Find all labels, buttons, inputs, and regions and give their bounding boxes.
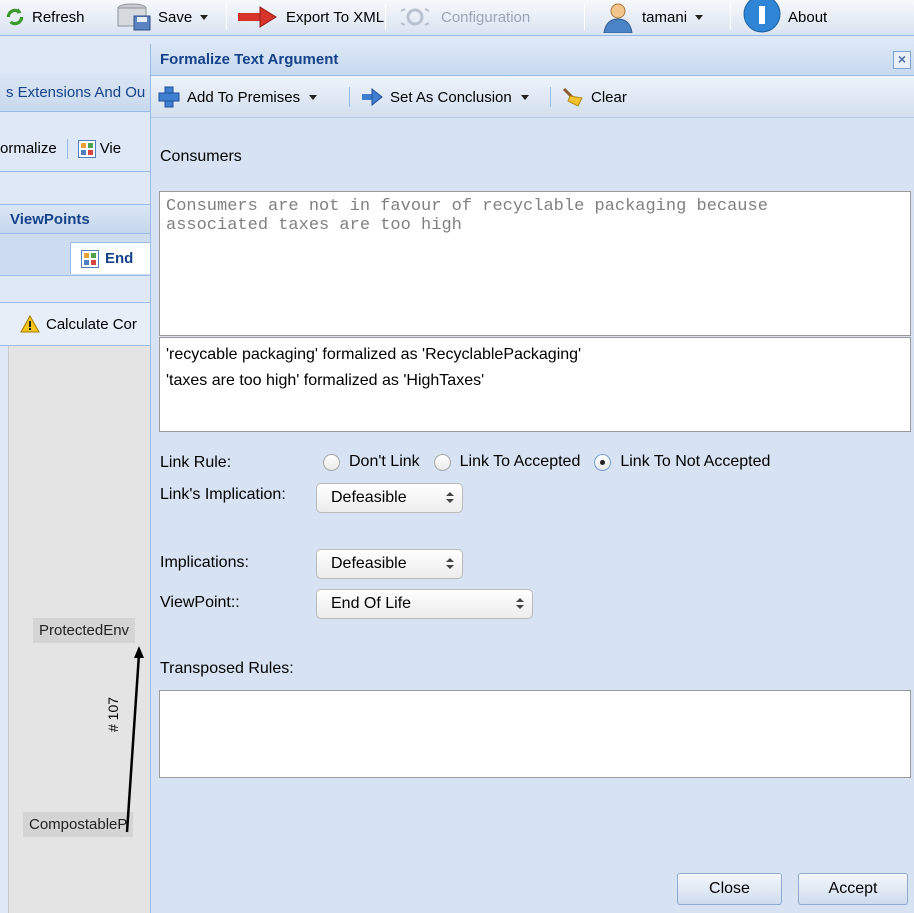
viewpoints-panel-title: ViewPoints <box>0 204 150 234</box>
link-rule-radio-group: Don't Link Link To Accepted Link To Not … <box>323 448 784 476</box>
viewpoint-select[interactable]: End Of Life <box>316 589 533 619</box>
view-button[interactable]: Vie <box>100 140 121 157</box>
configuration-label: Configuration <box>441 8 531 26</box>
transposed-rules-area[interactable] <box>159 690 911 778</box>
dialog-header: Formalize Text Argument × <box>151 44 914 76</box>
argument-text-area[interactable]: Consumers are not in favour of recyclabl… <box>159 191 911 336</box>
viewpoint-label: ViewPoint:: <box>160 594 240 611</box>
user-icon <box>603 3 633 33</box>
toolbar-separator <box>349 87 350 107</box>
add-to-premises-label: Add To Premises <box>187 88 301 106</box>
grid-icon <box>81 249 99 268</box>
select-arrows-icon <box>446 558 454 570</box>
implications-select[interactable]: Defeasible <box>316 549 463 579</box>
refresh-button[interactable]: Refresh <box>4 0 85 34</box>
background-panel: s Extensions And Ou ormalize Vie ViewPoi… <box>0 36 150 913</box>
chevron-down-icon <box>520 94 529 100</box>
formalization-line: 'recycable packaging' formalized as 'Rec… <box>166 346 582 363</box>
argument-title: Consumers <box>160 148 242 165</box>
chevron-down-icon <box>309 94 318 100</box>
save-label: Save <box>158 8 193 26</box>
top-toolbar: Refresh Save Export To XML Configuration <box>0 0 914 36</box>
user-menu-button[interactable]: tamani <box>600 0 704 34</box>
formalization-line: 'taxes are too high' formalized as 'High… <box>166 372 485 389</box>
node-label: ProtectedEnv <box>39 622 130 639</box>
tab-end-of-life[interactable]: End <box>70 242 150 274</box>
toolbar-separator <box>226 4 227 30</box>
close-icon[interactable]: × <box>893 51 911 69</box>
export-arrow-icon <box>238 6 277 28</box>
implications-label: Implications: <box>160 554 249 571</box>
info-icon <box>743 0 781 33</box>
add-to-premises-button[interactable]: Add To Premises <box>158 76 318 118</box>
about-button[interactable]: About <box>742 0 827 34</box>
arrow-right-icon <box>362 88 383 106</box>
clear-button[interactable]: Clear <box>562 76 627 118</box>
close-button[interactable]: Close <box>677 873 782 905</box>
select-arrows-icon <box>516 598 524 610</box>
clear-label: Clear <box>591 88 627 106</box>
viewpoints-tabbar: End <box>0 234 150 276</box>
about-label: About <box>788 8 828 26</box>
viewpoints-title: ViewPoints <box>10 211 90 228</box>
radio-link-to-accepted[interactable]: Link To Accepted <box>433 453 581 471</box>
select-value: End Of Life <box>331 595 412 612</box>
dialog-title: Formalize Text Argument <box>160 51 339 68</box>
transposed-rules-label: Transposed Rules: <box>160 660 294 677</box>
graph-node[interactable]: ProtectedEnv <box>33 618 136 643</box>
radio-button[interactable] <box>323 453 340 471</box>
configuration-button[interactable]: Configuration <box>395 0 530 34</box>
radio-label: Link To Accepted <box>459 453 581 470</box>
save-dropdown-icon <box>200 14 209 20</box>
select-value: Defeasible <box>331 555 407 572</box>
toolbar-separator <box>550 87 551 107</box>
calculate-label: Calculate Cor <box>46 315 137 333</box>
extensions-tab-label: s Extensions And Ou <box>6 84 146 101</box>
radio-link-to-not-accepted[interactable]: Link To Not Accepted <box>594 453 770 471</box>
formalize-toolbar: ormalize Vie <box>0 126 150 172</box>
add-icon <box>158 86 180 108</box>
graph-canvas: ProtectedEnv CompostableP # 107 <box>8 346 150 913</box>
set-as-conclusion-label: Set As Conclusion <box>390 88 512 106</box>
toolbar-separator <box>584 4 585 30</box>
toolbar-separator <box>730 4 731 30</box>
save-button[interactable]: Save <box>116 0 209 34</box>
toolbar-separator <box>66 138 68 159</box>
calculate-button[interactable]: Calculate Cor <box>0 302 150 346</box>
export-xml-button[interactable]: Export To XML <box>236 0 384 34</box>
radio-label: Don't Link <box>349 453 420 470</box>
export-label: Export To XML <box>286 8 385 26</box>
formalize-button[interactable]: ormalize <box>0 140 57 157</box>
toolbar-separator <box>385 4 386 30</box>
dialog-toolbar: Add To Premises Set As Conclusion Clear <box>151 76 914 118</box>
select-arrows-icon <box>446 492 454 504</box>
radio-button[interactable] <box>433 453 451 471</box>
user-label: tamani <box>642 8 688 26</box>
select-value: Defeasible <box>331 489 407 506</box>
warning-icon <box>20 315 40 333</box>
refresh-label: Refresh <box>32 8 85 26</box>
broom-icon <box>562 87 583 107</box>
link-implication-select[interactable]: Defeasible <box>316 483 463 513</box>
formalization-list: 'recycable packaging' formalized as 'Rec… <box>159 337 911 432</box>
user-dropdown-icon <box>695 14 704 20</box>
link-implication-label: Link's Implication: <box>160 486 286 503</box>
extensions-tab[interactable]: s Extensions And Ou <box>0 74 150 112</box>
tab-label: End <box>105 250 134 267</box>
radio-button-selected[interactable] <box>594 453 612 471</box>
set-as-conclusion-button[interactable]: Set As Conclusion <box>361 76 529 118</box>
argument-text: Consumers are not in favour of recyclabl… <box>166 197 768 235</box>
graph-edge[interactable] <box>109 646 149 836</box>
radio-dont-link[interactable]: Don't Link <box>323 453 420 471</box>
database-save-icon <box>117 3 151 31</box>
gear-icon <box>400 8 430 26</box>
formalize-dialog: Formalize Text Argument × Add To Premise… <box>150 44 914 913</box>
refresh-icon <box>6 8 24 26</box>
link-rule-label: Link Rule: <box>160 454 232 471</box>
radio-label: Link To Not Accepted <box>620 453 771 470</box>
edge-label: # 107 <box>105 696 121 732</box>
accept-button[interactable]: Accept <box>798 873 908 905</box>
grid-icon <box>77 139 96 158</box>
